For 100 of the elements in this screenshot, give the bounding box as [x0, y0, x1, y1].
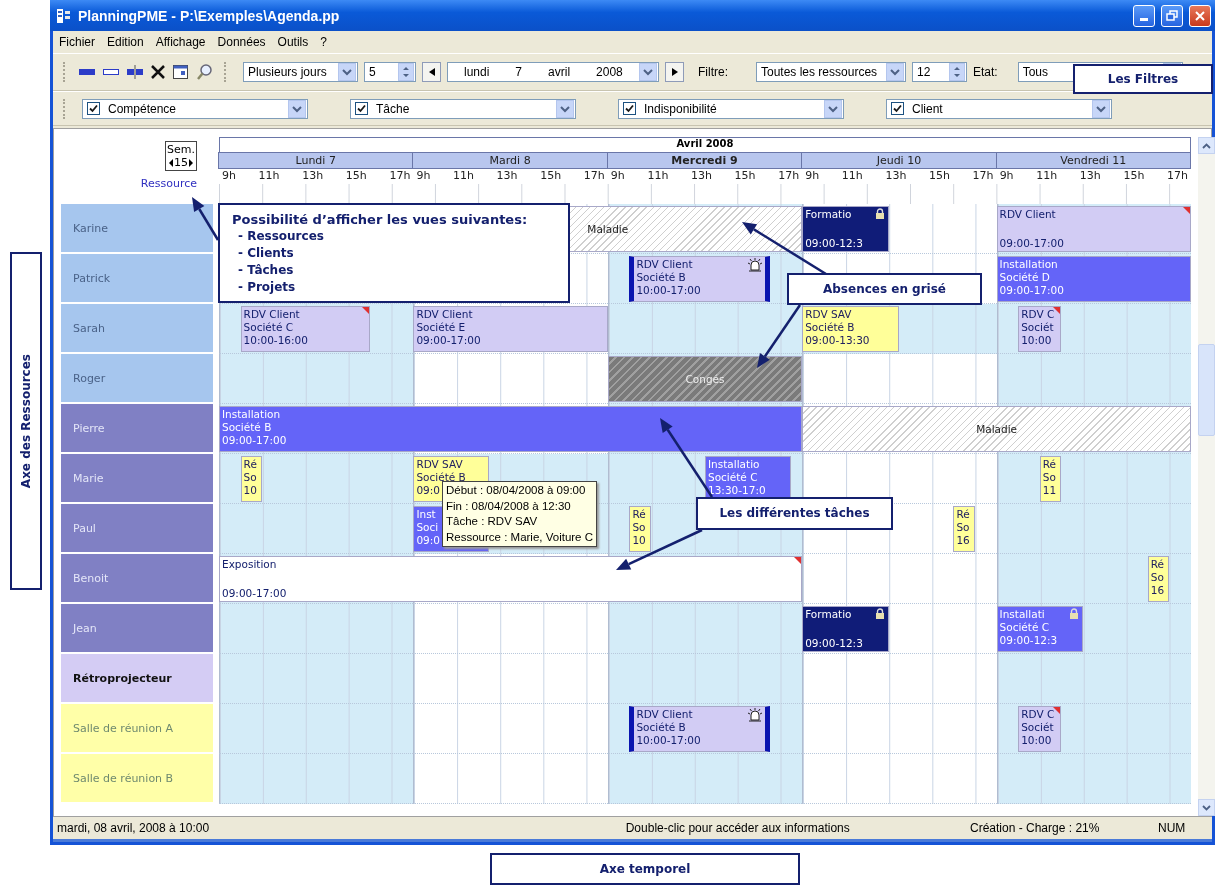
- event-text: 09:0: [416, 534, 440, 547]
- hour-label: 13h: [691, 169, 712, 184]
- event-text: 10:00-17:00: [636, 284, 701, 297]
- event-text: Formatio: [805, 608, 852, 621]
- callout-text: - Projets: [237, 278, 296, 296]
- state-label: Etat:: [973, 65, 998, 79]
- event-text: Sociét: [1021, 721, 1054, 734]
- event-text: Ré: [1042, 458, 1057, 471]
- event-text: So: [956, 521, 970, 534]
- event-text: 09:00-13:30: [805, 334, 870, 347]
- event-text: Installation: [222, 408, 281, 421]
- hour-label: 17h: [389, 169, 411, 184]
- hour-label: 9h: [805, 169, 820, 184]
- event-text: Maladie: [587, 222, 629, 236]
- event-text: 10:00: [1021, 334, 1052, 347]
- event-text: So: [632, 521, 646, 534]
- event-text: 10:00-16:00: [243, 334, 308, 347]
- status-text: mardi, 08 avril, 2008 à 10:00: [56, 821, 211, 835]
- event-text: 10:00-17:00: [636, 734, 701, 747]
- event-text: Société B: [416, 471, 466, 484]
- event-text: RDV SAV: [805, 308, 852, 321]
- event-text: Ré: [1150, 558, 1165, 571]
- filter-label: Filtre:: [698, 65, 728, 79]
- callout-text: Axe temporel: [599, 860, 691, 878]
- hour-label: 15h: [540, 169, 562, 184]
- hour-label: 15h: [929, 169, 950, 184]
- hour-label: 17h: [972, 169, 994, 184]
- status-text: Double-clic pour accéder aux informations: [624, 821, 851, 835]
- event-text: So: [1042, 471, 1056, 484]
- event-text: So: [243, 471, 257, 484]
- event-text: Société C: [999, 621, 1050, 634]
- event-text: RDV Client: [999, 208, 1056, 221]
- week-number: 15: [174, 156, 188, 169]
- tooltip-text: Tâche : RDV SAV: [446, 514, 539, 529]
- event-text: RDV Client: [243, 308, 300, 321]
- event-text: Maladie: [976, 422, 1018, 436]
- status-text: NUM: [1157, 821, 1187, 835]
- event-text: Ré: [956, 508, 970, 521]
- month-header: Avril 2008: [219, 137, 1191, 152]
- event-text: 16: [1150, 584, 1165, 597]
- event-text: 11: [1042, 484, 1057, 497]
- hour-label: 9h: [416, 169, 431, 184]
- event-text: RDV Client: [636, 708, 693, 721]
- event-text: 09:00-17:00: [416, 334, 481, 347]
- event-text: Soci: [416, 521, 439, 534]
- event-text: Société C: [243, 321, 294, 334]
- event-text: Sociét: [1021, 321, 1054, 334]
- event-text: 10: [632, 534, 646, 547]
- event-text: Exposition: [222, 558, 277, 571]
- event-text: Société D: [999, 271, 1050, 284]
- week-label: Sem.: [167, 143, 195, 156]
- callout-text: Les Filtres: [1107, 70, 1179, 88]
- event-text: Société C: [708, 471, 758, 484]
- hour-label: 15h: [734, 169, 756, 184]
- callout-text: Axe des Ressources: [17, 353, 34, 489]
- window-title: PlanningPME - P:\Exemples\Agenda.pp: [78, 7, 341, 24]
- event-text: 09:00-17:00: [222, 434, 287, 447]
- event-text: So: [1150, 571, 1164, 584]
- event-text: 09:00-12:3: [999, 634, 1058, 647]
- event-text: Formatio: [805, 208, 852, 221]
- hour-label: 13h: [302, 169, 324, 184]
- hour-label: 13h: [1079, 169, 1101, 184]
- event-text: 13:30-17:0: [708, 484, 766, 497]
- event-text: Société B: [805, 321, 855, 334]
- event-text: Société B: [222, 421, 272, 434]
- event-text: Société E: [416, 321, 466, 334]
- hour-label: 11h: [453, 169, 474, 184]
- event-text: RDV Client: [636, 258, 693, 271]
- event-text: 09:00-12:3: [805, 237, 863, 250]
- hour-label: 15h: [1123, 169, 1145, 184]
- hour-label: 9h: [999, 169, 1014, 184]
- event-text: RDV C: [1021, 708, 1055, 721]
- hour-label: 13h: [496, 169, 518, 184]
- hour-label: 11h: [841, 169, 863, 184]
- event-text: Installati: [999, 608, 1045, 621]
- event-text: 09:00-17:00: [999, 284, 1064, 297]
- event-text: Ré: [243, 458, 257, 471]
- event-text: Ré: [632, 508, 646, 521]
- hour-label: 11h: [1036, 169, 1058, 184]
- callout-text: Les différentes tâches: [719, 505, 870, 522]
- hour-label: 11h: [258, 169, 280, 184]
- tooltip-text: Ressource : Marie, Voiture C: [446, 529, 593, 545]
- event-text: RDV C: [1021, 308, 1055, 321]
- event-text: 10:00: [1021, 734, 1052, 747]
- hour-label: 11h: [647, 169, 669, 184]
- event-text: 09:0: [416, 484, 440, 497]
- event-text: Installatio: [708, 458, 760, 471]
- event-text: RDV SAV: [416, 458, 463, 471]
- event-text: RDV Client: [416, 308, 473, 321]
- event-text: 09:00-12:3: [805, 637, 863, 650]
- hour-label: 9h: [222, 169, 236, 184]
- event-text: 09:00-17:00: [222, 587, 287, 600]
- hour-label: 17h: [1167, 169, 1188, 184]
- hour-label: 17h: [778, 169, 800, 184]
- callout-text: Absences en grisé: [822, 280, 946, 298]
- event-text: Inst: [416, 508, 436, 521]
- event-text: Congés: [685, 372, 725, 386]
- callout-text: - Clients: [237, 244, 294, 262]
- event-text: 16: [956, 534, 970, 547]
- hour-label: 13h: [885, 169, 907, 184]
